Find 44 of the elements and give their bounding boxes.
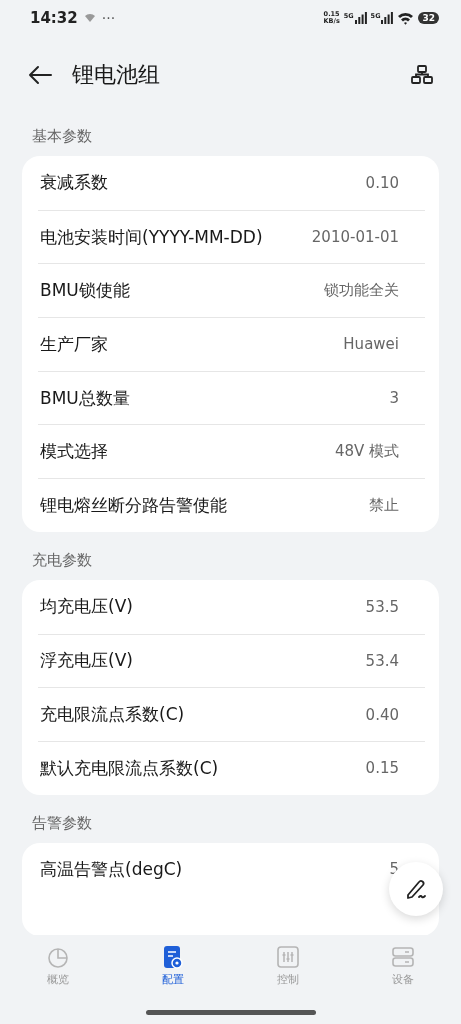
sliders-icon [276, 945, 301, 969]
param-value: 0.10 [365, 173, 399, 192]
wifi-icon [83, 13, 96, 23]
battery-icon: 32 [418, 12, 439, 24]
param-label: 均充电压(V) [40, 595, 133, 619]
param-value: 禁止 [369, 495, 399, 515]
param-label: 电池安装时间(YYYY-MM-DD) [40, 225, 263, 249]
param-label: 浮充电压(V) [40, 649, 133, 673]
signal-icon [354, 12, 367, 24]
param-value: 3 [389, 389, 399, 408]
param-label: 衰减系数 [40, 171, 108, 195]
tab-item[interactable]: 概览 [0, 935, 116, 1000]
wifi-icon [397, 11, 415, 25]
tab-item[interactable]: 设备 [345, 935, 461, 1000]
param-label: 高温告警点(degC) [40, 857, 183, 881]
param-label: 默认充电限流点系数(C) [40, 756, 219, 780]
param-value: 0.40 [365, 705, 399, 724]
page-title: 锂电池组 [72, 61, 161, 89]
param-value: 2010-01-01 [311, 228, 399, 247]
param-value: 48V 模式 [334, 442, 399, 462]
more-dots: ··· [101, 10, 116, 26]
param-value: 53.4 [365, 651, 399, 670]
section-title: 充电参数 [31, 549, 93, 571]
param-label: 模式选择 [40, 440, 108, 464]
tab-item[interactable]: 配置 [115, 935, 231, 1000]
param-label: 生产厂家 [40, 332, 108, 356]
signal-icon [381, 12, 394, 24]
topology-button[interactable] [411, 65, 433, 85]
param-value: Huawei [343, 335, 399, 354]
param-label: 充电限流点系数(C) [40, 703, 185, 727]
pie-chart-icon [45, 945, 70, 969]
param-label: 锂电熔丝断分路告警使能 [40, 493, 227, 517]
server-icon [391, 945, 416, 969]
param-value: 0.15 [365, 759, 399, 778]
param-value: 53.5 [365, 597, 399, 616]
pen-icon [404, 877, 428, 901]
param-value: 锁功能全关 [324, 281, 399, 301]
param-label: BMU锁使能 [40, 279, 130, 303]
param-label: BMU总数量 [40, 386, 130, 410]
back-button[interactable] [28, 65, 52, 85]
tab-item[interactable]: 控制 [230, 935, 346, 1000]
clock: 14:32 [30, 9, 78, 27]
section-title: 告警参数 [31, 812, 93, 834]
section-title: 基本参数 [31, 126, 93, 147]
